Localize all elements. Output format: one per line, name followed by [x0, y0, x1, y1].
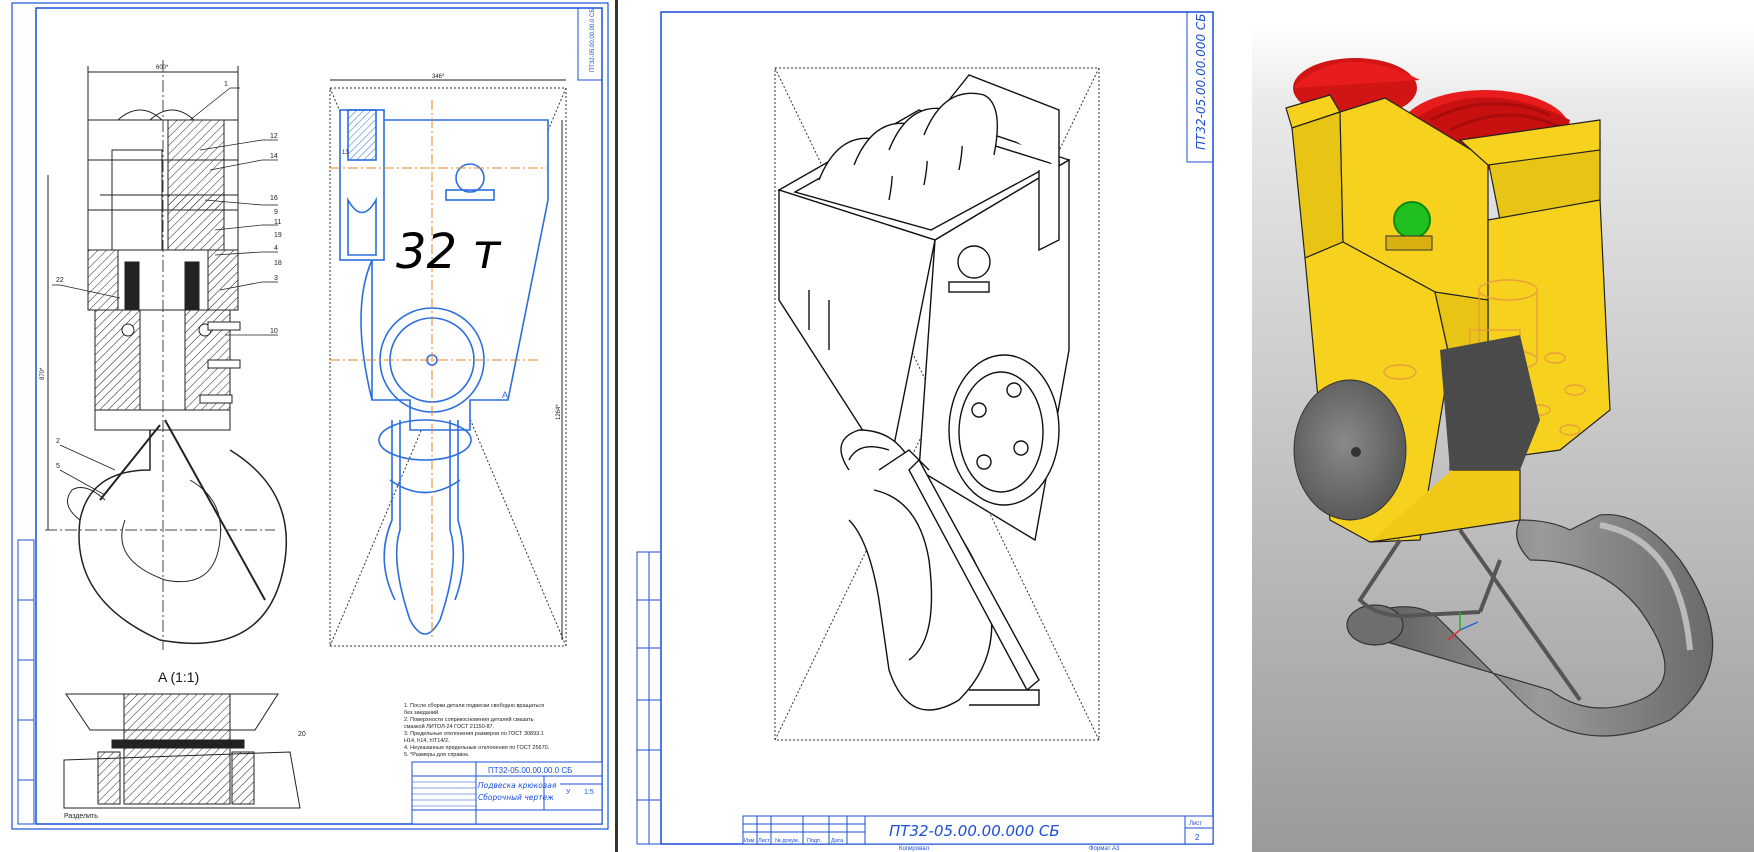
svg-text:13: 13	[342, 150, 349, 156]
svg-text:16: 16	[270, 195, 278, 202]
stage-letter: У	[566, 789, 571, 796]
model-3d-svg	[1252, 24, 1754, 852]
sheet-number: 2	[1195, 833, 1200, 842]
svg-text:3. Предельные отклонения разме: 3. Предельные отклонения размеров по ГОС…	[404, 731, 544, 737]
model-3d-view	[1220, 0, 1754, 852]
svg-text:20: 20	[298, 731, 306, 738]
svg-text:H14, h14, ±IT14/2.: H14, h14, ±IT14/2.	[404, 738, 450, 744]
svg-text:22: 22	[56, 277, 64, 284]
svg-text:1. После сборки детали подвеск: 1. После сборки детали подвески свободно…	[404, 703, 544, 709]
section-a-view: A (1:1) Разделить	[63, 669, 301, 820]
top-code-text: ПТ32-05.00.00.00.0 СБ	[590, 9, 596, 72]
svg-text:Изм: Изм	[744, 838, 754, 844]
sheet2-top-code: ПТ32-05.00.00.000 СБ	[1194, 13, 1208, 150]
svg-text:18: 18	[274, 260, 282, 267]
green-lubricator	[1393, 201, 1431, 239]
svg-text:14: 14	[270, 153, 278, 160]
front-view: 600* 870*	[40, 60, 287, 650]
svg-text:5: 5	[56, 463, 60, 470]
drawing-sheet-assembly: ПТ32-05.00.00.00.0 СБ 600* 870* 1 12 14 …	[0, 0, 614, 852]
svg-text:Лист: Лист	[758, 838, 770, 844]
svg-text:9: 9	[274, 209, 278, 216]
svg-text:Подп.: Подп.	[807, 838, 822, 844]
section-marker-a: A	[502, 390, 508, 400]
svg-text:3: 3	[274, 275, 278, 282]
title-line-1: Подвеска крюковая	[478, 781, 557, 790]
bottom-left-label: Разделить	[64, 813, 98, 820]
footer-format: Формат А3	[1089, 846, 1120, 852]
isometric-drawing-svg: ПТ32-05.00.00.000 СБ Изм Лист № докум. П…	[636, 11, 1214, 852]
sheet2-title-code: ПТ32-05.00.00.000 СБ	[889, 822, 1060, 840]
svg-text:10: 10	[270, 328, 278, 335]
svg-text:12: 12	[270, 133, 278, 140]
section-a-title: A (1:1)	[158, 669, 199, 685]
isometric-hook-block	[777, 74, 1071, 711]
svg-text:без заеданий.: без заеданий.	[404, 709, 440, 716]
dim-top2-text: 346*	[432, 74, 445, 80]
technical-notes: 1. После сборки детали подвески свободно…	[404, 703, 550, 758]
load-capacity-label: 32 т	[396, 224, 502, 280]
svg-text:смазкой ЛИТОЛ-24 ГОСТ 21150-87: смазкой ЛИТОЛ-24 ГОСТ 21150-87.	[404, 723, 495, 730]
left-stamp-strip	[17, 539, 35, 825]
svg-text:Дата: Дата	[831, 838, 844, 844]
dim-left-text: 870*	[40, 367, 46, 380]
sheet-label: Лист	[1189, 821, 1202, 827]
assembly-drawing-svg: ПТ32-05.00.00.00.0 СБ 600* 870* 1 12 14 …	[11, 2, 609, 830]
scale-value: 1:5	[584, 789, 594, 796]
svg-text:4. Неуказанные предельные откл: 4. Неуказанные предельные отклонения по …	[404, 745, 550, 751]
svg-text:11: 11	[274, 219, 281, 226]
side-cover-disc	[1293, 379, 1407, 521]
svg-text:№ докум.: № докум.	[775, 838, 800, 844]
svg-text:19: 19	[274, 232, 282, 239]
lubricator-bracket	[1385, 235, 1433, 251]
svg-text:4: 4	[274, 245, 278, 252]
svg-text:5. *Размеры для справок.: 5. *Размеры для справок.	[404, 752, 470, 758]
title-line-2: Сборочный чертеж	[478, 793, 554, 802]
side-view: 346* 1264* 32 т A 13	[329, 74, 567, 647]
svg-text:1: 1	[224, 81, 228, 88]
title-block-1-code: ПТ32-05.00.00.00.0 СБ	[488, 766, 572, 775]
svg-text:2: 2	[56, 438, 60, 445]
svg-text:2. Поверхности соприкосновения: 2. Поверхности соприкосновения деталей с…	[404, 716, 534, 723]
separator-1	[615, 0, 618, 852]
dim-right-text: 1264*	[556, 404, 562, 420]
footer-copied: Копировал	[899, 846, 930, 852]
drawing-sheet-isometric: ПТ32-05.00.00.000 СБ Изм Лист № докум. П…	[619, 0, 1219, 852]
